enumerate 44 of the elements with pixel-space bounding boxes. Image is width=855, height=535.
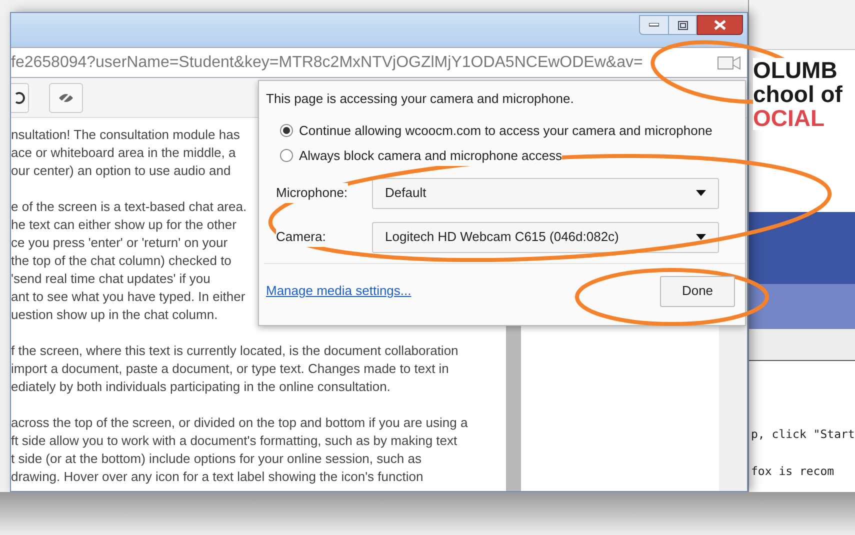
caret-icon — [696, 190, 706, 196]
page-text: fox is recom — [751, 463, 834, 480]
text-line: f the screen, where this text is currently located, is the document collaboration — [11, 342, 458, 360]
text-line: the top of the chat column) checked to — [11, 252, 232, 270]
minimize-button[interactable] — [639, 15, 669, 35]
hide-button[interactable] — [49, 82, 83, 112]
text-line: uestion show up in the chat column. — [11, 306, 218, 324]
device-dropdown[interactable]: Logitech HD Webcam C615 (046d:082c) — [372, 222, 719, 252]
done-button[interactable]: Done — [660, 276, 735, 306]
text-line: nsultation! The consultation module has — [11, 126, 240, 144]
text-line: t side (or at the bottom) include options for your online session, such as — [11, 450, 422, 468]
text-line: e of the screen is a text-based chat area. — [11, 198, 247, 216]
address-bar[interactable]: fe2658094?userName=Student&key=MTR8c2MxNTVjOGZlMjY1ODA5NCEwODEw&av= — [11, 47, 747, 78]
text-line: our center) an option to use audio and — [11, 162, 231, 180]
popup-message: This page is accessing your camera and microphone. — [266, 90, 574, 108]
close-button[interactable] — [697, 15, 743, 35]
text-line: ace or whiteboard area in the middle, a — [11, 144, 236, 162]
text-line: 'send real time chat updates' if you — [11, 270, 210, 288]
refresh-button[interactable] — [11, 82, 29, 112]
minimize-icon — [649, 23, 659, 27]
text-line: import a document, paste a document, or type text. Changes made to text in — [11, 360, 449, 378]
refresh-icon — [14, 92, 24, 104]
eye-slash-icon — [58, 92, 74, 104]
field-label: Camera: — [276, 227, 326, 247]
text-line: ce you press 'enter' or 'return' on your — [11, 234, 228, 252]
field-label: Microphone: — [276, 183, 348, 203]
camera-icon[interactable] — [717, 54, 741, 70]
text-line: he text can either show up for the other — [11, 216, 236, 234]
text-line: ft side allow you to work with a document's formatting, such as by making text — [11, 432, 458, 450]
maximize-button[interactable] — [669, 15, 697, 35]
radio-button[interactable] — [280, 124, 293, 137]
text-line: ant to see what you have typed. In either — [11, 288, 246, 306]
close-icon — [714, 20, 726, 30]
device-dropdown[interactable]: Default — [372, 178, 719, 208]
radio-button[interactable] — [280, 149, 293, 162]
logo-text: OLUMB — [753, 58, 838, 82]
text-line: across the top of the screen, or divided on the top and bottom if you are using a — [11, 414, 468, 432]
text-line: drawing. Hover over any icon for a text label showing the icon's function — [11, 468, 424, 486]
maximize-icon — [678, 20, 688, 30]
text-line: ediately by both individuals participating in the online consultation. — [11, 378, 390, 396]
settings-link[interactable]: Manage media settings... — [266, 281, 412, 301]
page-text: p, click "Start — [751, 426, 855, 443]
logo-text: chool of — [753, 82, 842, 106]
caret-icon — [696, 234, 706, 240]
